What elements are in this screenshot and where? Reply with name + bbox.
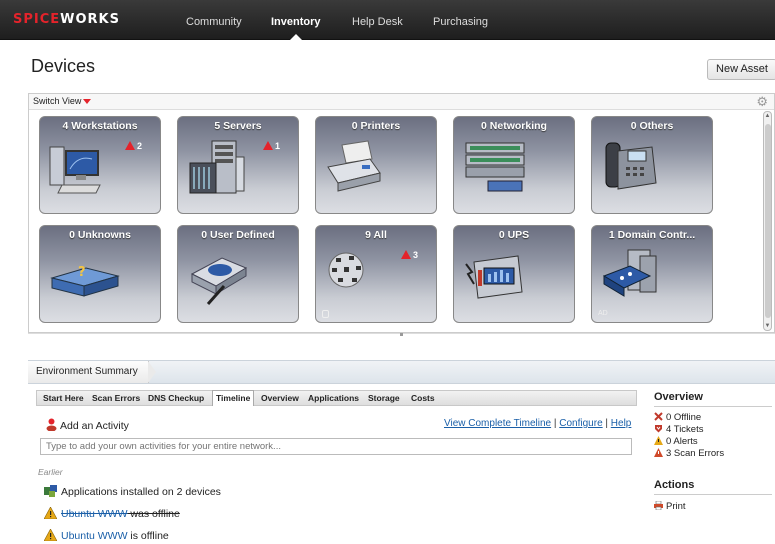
lock-icon	[322, 310, 329, 318]
overview-alerts[interactable]: 0 Alerts	[654, 436, 772, 448]
scan-error-icon	[654, 448, 663, 457]
tile-all[interactable]: 9 All 3	[315, 225, 437, 323]
svg-text:?: ?	[78, 265, 86, 280]
unknown-device-icon: ?	[50, 265, 120, 297]
ticket-icon	[655, 425, 662, 433]
overview-heading: Overview	[654, 391, 772, 407]
help-link[interactable]: Help	[611, 418, 632, 429]
new-asset-button[interactable]: New Asset	[707, 59, 775, 80]
domain-controller-icon	[602, 249, 657, 297]
tiles-scrollbar[interactable]: ▲ ▼	[763, 111, 772, 331]
nav-inventory[interactable]: Inventory	[271, 0, 321, 40]
tab-environment-summary[interactable]: Environment Summary	[28, 361, 156, 383]
timeline-event: Ubuntu WWW was offline	[44, 507, 180, 520]
apps-icon	[44, 485, 57, 497]
tile-servers[interactable]: 5 Servers 1	[177, 116, 299, 214]
warning-icon	[44, 507, 57, 519]
tab-overview[interactable]: Overview	[261, 391, 299, 405]
tab-timeline[interactable]: Timeline	[212, 390, 255, 406]
tile-ups[interactable]: 0 UPS	[453, 225, 575, 323]
tile-label: 9 All	[365, 229, 387, 241]
view-complete-timeline-link[interactable]: View Complete Timeline	[444, 418, 551, 429]
page-title: Devices	[31, 56, 96, 76]
device-link-ubuntu-www[interactable]: Ubuntu WWW	[61, 530, 128, 542]
all-devices-icon	[328, 252, 364, 288]
person-icon	[46, 418, 57, 431]
alert-badge: 1	[263, 141, 280, 151]
timeline-event: Ubuntu WWW is offline	[44, 529, 169, 542]
activity-input[interactable]	[40, 438, 632, 455]
dropdown-arrow-icon	[83, 99, 92, 105]
tab-costs[interactable]: Costs	[411, 391, 435, 405]
phone-icon	[605, 142, 657, 190]
earlier-label: Earlier	[38, 467, 63, 477]
alert-icon	[654, 436, 663, 445]
tile-label: 0 UPS	[498, 229, 530, 241]
scroll-up-arrow-icon[interactable]: ▲	[764, 112, 771, 120]
tab-start-here[interactable]: Start Here	[43, 391, 84, 405]
tile-label: 0 Unknowns	[69, 229, 131, 241]
user-defined-device-icon	[190, 257, 248, 305]
print-icon	[654, 501, 663, 510]
scrollbar-thumb[interactable]	[765, 124, 771, 318]
tile-label: 0 Printers	[351, 120, 401, 132]
tab-storage[interactable]: Storage	[368, 391, 400, 405]
tile-domain-controllers[interactable]: 1 Domain Contr... AD	[591, 225, 713, 323]
tile-networking[interactable]: 0 Networking	[453, 116, 575, 214]
tab-scan-errors[interactable]: Scan Errors	[92, 391, 140, 405]
overview-tickets[interactable]: 4 Tickets	[654, 424, 772, 436]
device-groups-panel: Switch View ⚙ 4 Workstations 2 5 Servers…	[28, 93, 775, 333]
alert-badge: 2	[125, 141, 142, 151]
summary-tabs: Start Here Scan Errors DNS Checkup Timel…	[36, 390, 637, 406]
actions-panel: Actions Print	[654, 479, 772, 513]
tab-applications[interactable]: Applications	[308, 391, 359, 405]
spiceworks-logo[interactable]: SPICEWORKS	[13, 12, 120, 28]
configure-link[interactable]: Configure	[559, 418, 602, 429]
ad-badge: AD	[598, 310, 608, 317]
warning-icon	[44, 529, 57, 541]
tile-label: 0 Others	[630, 120, 674, 132]
scroll-down-arrow-icon[interactable]: ▼	[764, 322, 771, 330]
tile-label: 1 Domain Contr...	[608, 229, 696, 241]
tile-label: 5 Servers	[214, 120, 262, 132]
overview-scan-errors[interactable]: 3 Scan Errors	[654, 448, 772, 460]
environment-summary-bar: Environment Summary	[28, 360, 775, 384]
tile-workstations[interactable]: 4 Workstations 2	[39, 116, 161, 214]
timeline-links: View Complete Timeline | Configure | Hel…	[444, 418, 632, 429]
panel-resize-handle[interactable]	[28, 333, 775, 337]
top-navigation-bar: SPICEWORKS Community Inventory Help Desk…	[0, 0, 775, 40]
timeline-event: Applications installed on 2 devices	[44, 485, 221, 498]
warning-icon	[263, 141, 273, 150]
warning-icon	[125, 141, 135, 150]
nav-purchasing[interactable]: Purchasing	[433, 0, 488, 40]
network-switch-icon	[465, 142, 525, 192]
add-activity-heading: Add an Activity	[46, 418, 129, 432]
tile-unknowns[interactable]: 0 Unknowns ?	[39, 225, 161, 323]
print-action[interactable]: Print	[654, 501, 772, 513]
alert-badge: 3	[401, 250, 418, 260]
tile-others[interactable]: 0 Others	[591, 116, 713, 214]
gear-icon[interactable]: ⚙	[756, 95, 768, 109]
switch-view-bar: Switch View ⚙	[29, 94, 774, 110]
workstation-icon	[49, 146, 101, 194]
tile-user-defined[interactable]: 0 User Defined	[177, 225, 299, 323]
ups-icon	[465, 255, 523, 299]
tab-dns-checkup[interactable]: DNS Checkup	[148, 391, 204, 405]
tile-label: 0 Networking	[481, 120, 547, 132]
tile-label: 4 Workstations	[62, 120, 138, 132]
server-rack-icon	[189, 140, 245, 194]
printer-icon	[327, 140, 381, 192]
nav-community[interactable]: Community	[186, 0, 242, 40]
nav-help-desk[interactable]: Help Desk	[352, 0, 403, 40]
actions-heading: Actions	[654, 479, 772, 495]
warning-icon	[401, 250, 411, 259]
overview-panel: Overview 0 Offline 4 Tickets 0 Alerts 3 …	[654, 391, 772, 460]
overview-offline[interactable]: 0 Offline	[654, 412, 772, 424]
switch-view-dropdown[interactable]: Switch View	[33, 96, 92, 106]
offline-icon	[654, 412, 663, 421]
tile-printers[interactable]: 0 Printers	[315, 116, 437, 214]
device-link-ubuntu-www[interactable]: Ubuntu WWW	[61, 508, 128, 520]
tile-label: 0 User Defined	[201, 229, 275, 241]
